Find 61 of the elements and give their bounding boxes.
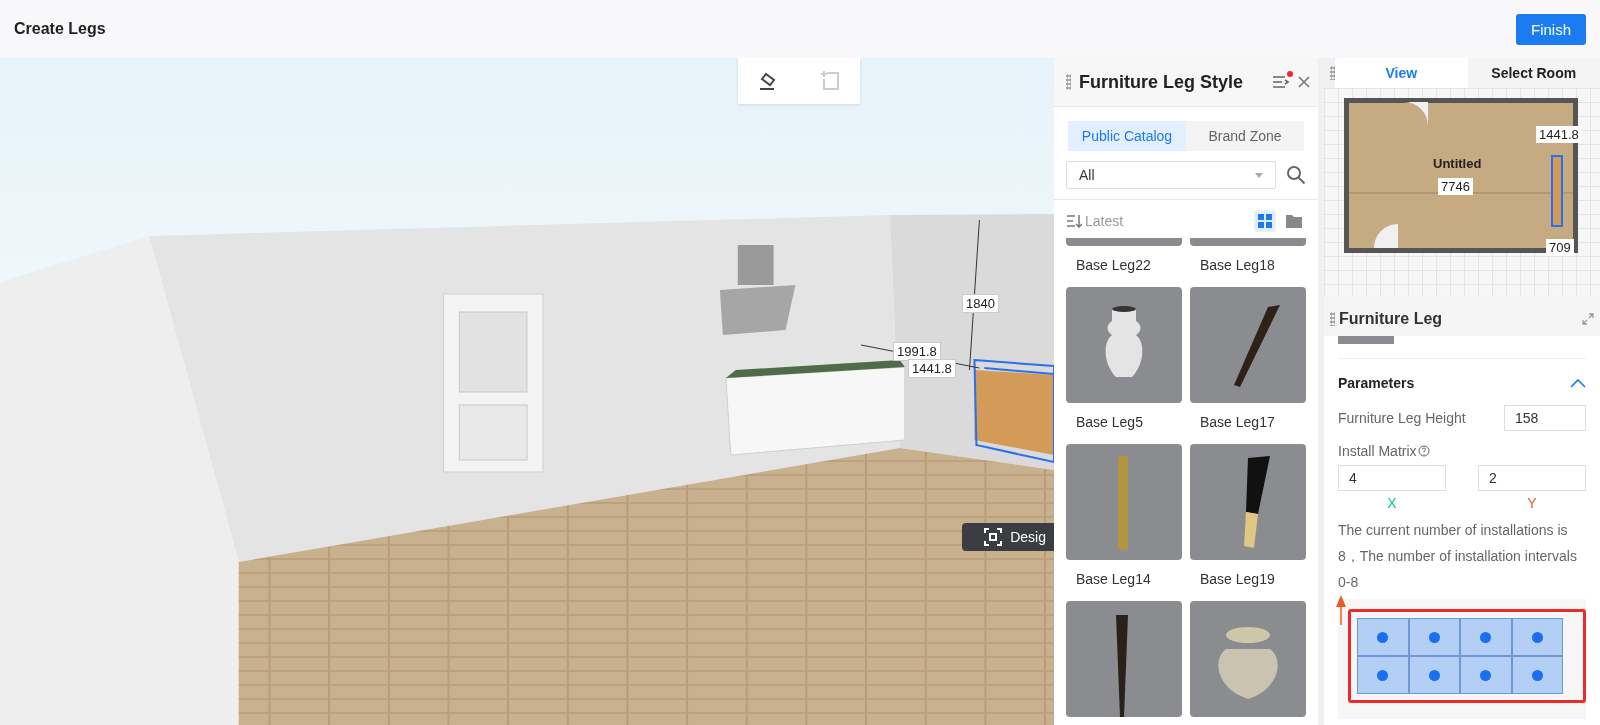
leg-point-icon: [1377, 669, 1389, 681]
chevron-icon[interactable]: [1570, 378, 1586, 388]
section-title: Parameters: [1338, 375, 1415, 391]
leg-point-icon: [1531, 631, 1543, 643]
height-field[interactable]: 158: [1504, 405, 1586, 431]
dimension-label: 1441.8: [1536, 126, 1582, 143]
panel-title: Furniture Leg: [1339, 310, 1444, 328]
leg-thumbnail[interactable]: [1190, 601, 1306, 717]
dimension-label: 1840: [962, 294, 999, 313]
item-name: Base Leg14: [1075, 570, 1152, 589]
leg-thumbnail[interactable]: [1190, 238, 1306, 246]
search-icon[interactable]: [1286, 165, 1306, 185]
frame-icon: [984, 528, 1003, 546]
x-count-field[interactable]: 4: [1338, 465, 1446, 491]
axis-label: Y: [1526, 495, 1538, 511]
field-label: Furniture Leg Height: [1338, 410, 1466, 426]
drag-handle-icon[interactable]: [1330, 312, 1335, 326]
expand-icon[interactable]: [1582, 313, 1594, 325]
leg-thumbnail[interactable]: [1066, 444, 1182, 560]
leg-point-icon: [1480, 631, 1492, 643]
leg-point-icon: [1377, 631, 1389, 643]
leg-thumbnail[interactable]: [1190, 287, 1306, 403]
dimension-label: 709: [1546, 239, 1574, 256]
panel-title: Furniture Leg Style: [1079, 71, 1245, 93]
leg-thumbnail[interactable]: [1066, 238, 1182, 246]
dimension-label: 1991.8: [893, 342, 941, 361]
leg-point-icon: [1480, 669, 1492, 681]
page-title: Create Legs: [14, 20, 106, 38]
dimension-label: 1441.8: [908, 359, 956, 378]
category-dropdown[interactable]: All: [1066, 161, 1276, 189]
item-name: Base Leg5: [1075, 413, 1144, 432]
list-icon[interactable]: [1272, 74, 1290, 90]
room-name: Untitled: [1432, 155, 1483, 172]
catalog-tab[interactable]: Public Catalog: [1068, 121, 1186, 151]
close-icon[interactable]: [1298, 76, 1310, 88]
leg-thumbnail[interactable]: [1190, 444, 1306, 560]
item-name: Base Leg19: [1199, 570, 1276, 589]
sort-icon: [1066, 214, 1082, 228]
view-tab[interactable]: View: [1335, 58, 1468, 88]
dimension-label: 7746: [1438, 178, 1473, 195]
leg-point-icon: [1531, 669, 1543, 681]
drag-handle-icon[interactable]: [1066, 74, 1071, 90]
grid-view-icon[interactable]: [1254, 210, 1276, 232]
help-icon[interactable]: [1417, 445, 1430, 457]
drag-handle-icon[interactable]: [1330, 66, 1335, 80]
axis-arrow-icon: [1336, 595, 1346, 625]
design-button[interactable]: Desig: [962, 523, 1054, 551]
catalog-tab[interactable]: Brand Zone: [1186, 121, 1304, 151]
item-name: Base Leg22: [1075, 256, 1152, 275]
y-count-field[interactable]: 2: [1478, 465, 1586, 491]
item-name: Base Leg17: [1199, 413, 1276, 432]
leg-point-icon: [1428, 631, 1440, 643]
axis-label: X: [1386, 495, 1398, 511]
view-tab[interactable]: Select Room: [1467, 58, 1600, 88]
leg-point-icon: [1428, 669, 1440, 681]
leg-thumbnail[interactable]: [1066, 287, 1182, 403]
leg-thumbnail[interactable]: [1066, 601, 1182, 717]
item-name: Base Leg18: [1199, 256, 1276, 275]
finish-button[interactable]: Finish: [1516, 13, 1586, 45]
info-text: The current number of installations is 8，The number of installation intervals 0-8: [1338, 521, 1578, 592]
field-label: Install Matrix: [1338, 443, 1417, 459]
